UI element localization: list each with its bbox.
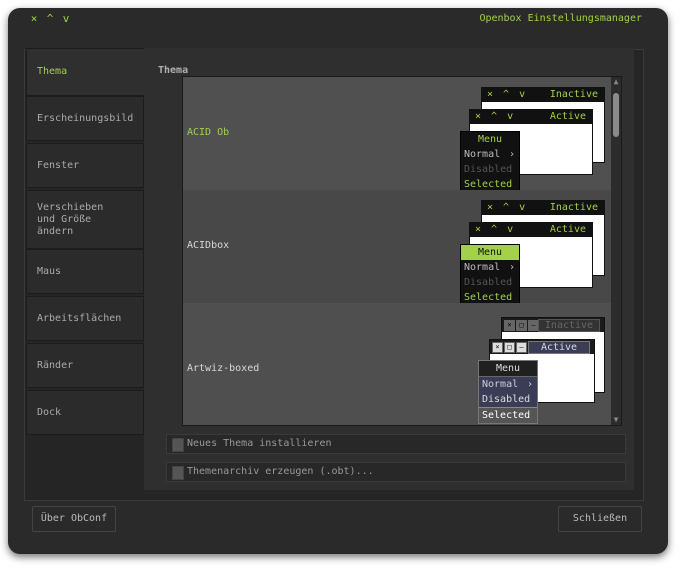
preview-menu-disabled: Disabled	[479, 392, 537, 407]
maximize-icon[interactable]: ^	[44, 13, 56, 25]
minimize-icon: –	[516, 342, 527, 353]
sidebar-item-fenster[interactable]: Fenster	[26, 143, 144, 188]
sidebar-item-verschieben[interactable]: Verschieben und Größe ändern	[26, 190, 144, 249]
preview-active-titlebar: × ^ v Active	[470, 223, 592, 237]
preview-active-label: Active	[549, 224, 586, 235]
about-button[interactable]: Über ObConf	[32, 506, 116, 532]
preview-menu-title: Menu	[461, 132, 519, 147]
install-theme-button[interactable]: Neues Thema installieren	[166, 434, 626, 454]
theme-list: ACID Ob × ^ v Inactive × ^ v Active Menu…	[182, 76, 622, 426]
titlebar: × ^ v Openbox Einstellungsmanager	[8, 8, 668, 32]
section-title: Thema	[158, 65, 189, 76]
preview-menu-normal: Normal ›	[464, 149, 515, 160]
sidebar-item-thema[interactable]: Thema	[26, 48, 144, 96]
theme-name: ACID Ob	[187, 127, 230, 138]
sidebar-item-label: Verschieben und Größe ändern	[37, 201, 104, 237]
close-icon: ×	[492, 342, 503, 353]
sidebar-item-label: Arbeitsflächen	[37, 312, 122, 324]
sidebar-item-raender[interactable]: Ränder	[26, 343, 144, 388]
preview-active-label: Active	[549, 111, 586, 122]
scroll-up-icon[interactable]: ▲	[612, 77, 620, 87]
preview-window-buttons: × ^ v	[487, 202, 528, 213]
preview-window-buttons: × ^ v	[475, 111, 516, 122]
preview-active-titlebar: × ^ v Active	[470, 110, 592, 124]
sidebar-item-erscheinungsbild[interactable]: Erscheinungsbild	[26, 96, 144, 141]
sidebar-item-label: Maus	[37, 265, 62, 277]
preview-inactive-titlebar: × □ – Inactive	[502, 318, 604, 332]
preview-menu: Menu Normal › Disabled Selected	[478, 360, 538, 424]
maximize-icon: □	[504, 342, 515, 353]
scroll-down-icon[interactable]: ▼	[612, 415, 620, 425]
sidebar-item-label: Ränder	[37, 359, 74, 371]
preview-active-titlebar: × □ – Active	[490, 340, 594, 354]
sidebar-item-label: Erscheinungsbild	[37, 112, 134, 124]
theme-row-acid-ob[interactable]: ACID Ob × ^ v Inactive × ^ v Active Menu…	[183, 77, 611, 193]
sidebar-item-label: Fenster	[37, 159, 80, 171]
preview-menu-title: Menu	[479, 361, 537, 377]
create-archive-button[interactable]: Themenarchiv erzeugen (.obt)...	[166, 462, 626, 482]
preview-menu-normal: Normal ›	[479, 377, 537, 392]
theme-name: Artwiz-boxed	[187, 363, 260, 374]
preview-inactive-label: Inactive	[549, 89, 598, 100]
theme-row-acidbox[interactable]: ACIDbox × ^ v Inactive × ^ v Active Menu…	[183, 190, 611, 306]
preview-inactive-label: Inactive	[538, 319, 600, 332]
preview-window-buttons: × ^ v	[475, 224, 516, 235]
sidebar-item-label: Thema	[37, 66, 68, 77]
preview-menu-disabled: Disabled	[464, 277, 513, 288]
preview-window-buttons: × ^ v	[487, 89, 528, 100]
preview-menu: Menu Normal › Disabled Selected	[460, 244, 520, 306]
sidebar-item-label: Dock	[37, 406, 62, 418]
theme-row-artwiz-boxed[interactable]: Artwiz-boxed × □ – Inactive × □ – Active	[183, 303, 611, 425]
install-theme-label: Neues Thema installieren	[187, 438, 332, 449]
preview-menu-selected: Selected	[479, 407, 537, 423]
preview-menu-normal: Normal ›	[464, 262, 515, 273]
close-icon[interactable]: ×	[28, 13, 40, 25]
close-button[interactable]: Schließen	[558, 506, 642, 532]
preview-inactive-titlebar: × ^ v Inactive	[482, 88, 604, 102]
sidebar-item-dock[interactable]: Dock	[26, 390, 144, 435]
preview-inactive-label: Inactive	[549, 202, 598, 213]
maximize-icon: □	[516, 320, 527, 331]
preview-menu-disabled: Disabled	[464, 164, 513, 175]
install-icon	[172, 438, 184, 452]
theme-name: ACIDbox	[187, 240, 230, 251]
sidebar-item-maus[interactable]: Maus	[26, 249, 144, 294]
window-title: Openbox Einstellungsmanager	[479, 13, 642, 24]
create-archive-label: Themenarchiv erzeugen (.obt)...	[187, 466, 374, 477]
preview-menu-title: Menu	[461, 245, 519, 260]
preview-inactive-titlebar: × ^ v Inactive	[482, 201, 604, 215]
close-icon: ×	[504, 320, 515, 331]
preview-menu: Menu Normal › Disabled Selected	[460, 131, 520, 193]
sidebar-item-arbeitsflaechen[interactable]: Arbeitsflächen	[26, 296, 144, 341]
preview-active-label: Active	[528, 341, 590, 354]
minimize-icon[interactable]: v	[60, 13, 72, 25]
theme-list-scrollbar[interactable]: ▲ ▼	[611, 77, 621, 425]
archive-icon	[172, 466, 184, 480]
scroll-thumb[interactable]	[613, 93, 619, 137]
